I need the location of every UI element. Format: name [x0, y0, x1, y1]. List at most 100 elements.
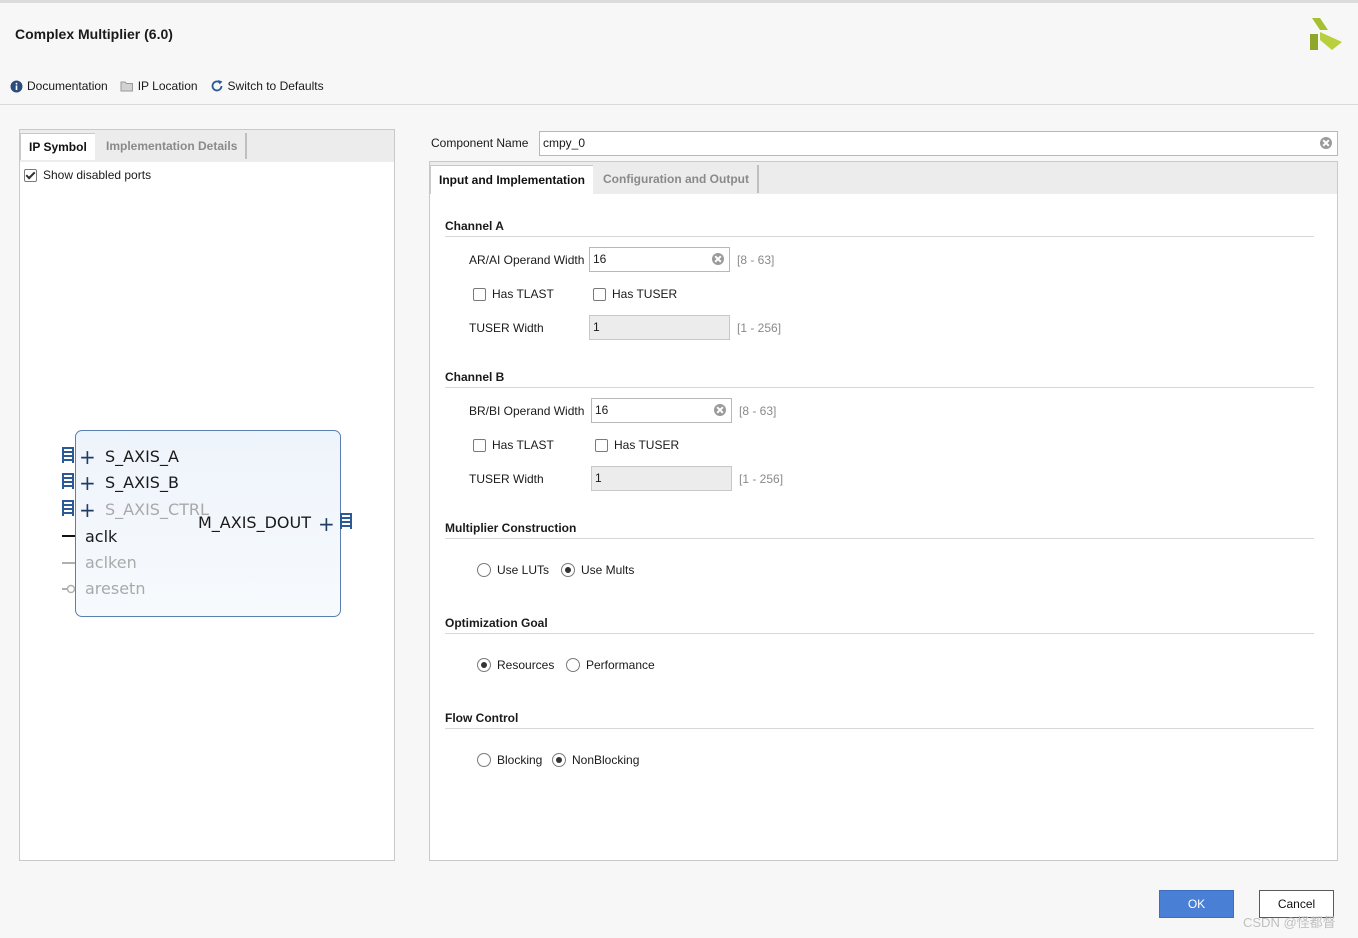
info-icon: [10, 80, 23, 92]
port-s-axis-b: S_AXIS_B: [105, 473, 179, 492]
dialog-title: Complex Multiplier (6.0): [15, 26, 173, 42]
channel-b-tuser-width-label: TUSER Width: [469, 472, 544, 486]
radio-circle[interactable]: [477, 658, 491, 672]
tuser-width-value: 1: [595, 471, 602, 485]
has-tlast-label: Has TLAST: [492, 287, 554, 301]
br-bi-width-range: [8 - 63]: [739, 404, 777, 418]
watermark: CSDN @怪都督: [1243, 915, 1336, 930]
blocking-label: Blocking: [497, 753, 543, 767]
radio-circle[interactable]: [552, 753, 566, 767]
channel-b-heading: Channel B: [445, 370, 1314, 388]
radio-circle[interactable]: [566, 658, 580, 672]
expand-plus-icon[interactable]: +: [79, 447, 96, 467]
component-name-value: cmpy_0: [543, 136, 586, 150]
documentation-button[interactable]: Documentation: [10, 79, 108, 93]
has-tuser-label: Has TUSER: [612, 287, 678, 301]
ok-button[interactable]: OK: [1159, 890, 1234, 918]
toolbar-divider: [0, 104, 1358, 105]
expand-plus-icon[interactable]: +: [79, 500, 96, 520]
ip-location-button[interactable]: IP Location: [120, 79, 198, 93]
port-s-axis-a: S_AXIS_A: [105, 447, 179, 466]
port-s-axis-ctrl: S_AXIS_CTRL: [105, 500, 209, 519]
port-aresetn: aresetn: [85, 579, 146, 598]
ar-ai-width-range: [8 - 63]: [737, 253, 775, 267]
bus-pin-icon: [62, 473, 74, 489]
radio-circle[interactable]: [561, 563, 575, 577]
use-luts-radio[interactable]: Use LUTs: [477, 563, 549, 577]
checkbox-box[interactable]: [593, 287, 606, 301]
bus-pin-icon: [340, 513, 352, 529]
bus-pin-icon: [62, 500, 74, 516]
channel-a-tuser-width-label: TUSER Width: [469, 321, 544, 335]
blocking-radio[interactable]: Blocking: [477, 753, 542, 767]
tab-configuration-and-output[interactable]: Configuration and Output: [595, 165, 759, 193]
performance-radio[interactable]: Performance: [566, 658, 655, 672]
resources-label: Resources: [497, 658, 555, 672]
tab-implementation-details[interactable]: Implementation Details: [98, 133, 248, 159]
br-bi-width-label: BR/BI Operand Width: [469, 404, 585, 418]
br-bi-width-value: 16: [595, 403, 609, 417]
br-bi-width-input[interactable]: 16: [591, 398, 732, 423]
radio-circle[interactable]: [477, 753, 491, 767]
channel-a-has-tuser-checkbox[interactable]: Has TUSER: [593, 287, 677, 301]
has-tlast-label: Has TLAST: [492, 438, 554, 452]
xilinx-logo: [1310, 18, 1342, 50]
refresh-icon: [211, 80, 223, 92]
channel-a-tuser-width-range: [1 - 256]: [737, 321, 782, 335]
expand-plus-icon[interactable]: +: [318, 514, 335, 534]
performance-label: Performance: [586, 658, 655, 672]
switch-to-defaults-button[interactable]: Switch to Defaults: [210, 79, 324, 93]
multiplier-construction-heading: Multiplier Construction: [445, 521, 1314, 539]
channel-a-tuser-width-input: 1: [589, 315, 730, 340]
tab-ip-symbol[interactable]: IP Symbol: [20, 133, 95, 160]
checkbox-box[interactable]: [473, 438, 486, 452]
right-tab-bar: Input and Implementation Configuration a…: [430, 162, 1337, 194]
nonblocking-label: NonBlocking: [572, 753, 640, 767]
port-aclken: aclken: [85, 553, 137, 572]
use-mults-label: Use Mults: [581, 563, 635, 577]
channel-b-tuser-width-range: [1 - 256]: [739, 472, 784, 486]
window-top-border: [0, 0, 1358, 3]
switch-to-defaults-label: Switch to Defaults: [227, 79, 324, 93]
ar-ai-width-input[interactable]: 16: [589, 247, 730, 272]
use-mults-radio[interactable]: Use Mults: [561, 563, 634, 577]
has-tuser-label: Has TUSER: [614, 438, 680, 452]
show-disabled-ports-checkbox[interactable]: Show disabled ports: [24, 168, 151, 182]
bus-pin-icon: [62, 447, 74, 463]
ar-ai-width-label: AR/AI Operand Width: [469, 253, 585, 267]
ip-location-label: IP Location: [137, 79, 198, 93]
clk-pin: [62, 535, 75, 537]
clear-icon[interactable]: [714, 404, 726, 416]
radio-circle[interactable]: [477, 563, 491, 577]
use-luts-label: Use LUTs: [497, 563, 550, 577]
clear-icon[interactable]: [1320, 137, 1332, 149]
configuration-panel: Input and Implementation Configuration a…: [429, 161, 1338, 861]
tab-input-and-implementation[interactable]: Input and Implementation: [430, 165, 593, 194]
show-disabled-ports-label: Show disabled ports: [43, 168, 152, 182]
checkbox-box[interactable]: [473, 287, 486, 301]
active-low-bubble-icon: [66, 584, 76, 594]
channel-a-heading: Channel A: [445, 219, 1314, 237]
port-m-axis-dout: M_AXIS_DOUT: [198, 513, 311, 532]
channel-a-has-tlast-checkbox[interactable]: Has TLAST: [473, 287, 554, 301]
port-aclk: aclk: [85, 527, 118, 546]
checkbox-box[interactable]: [24, 168, 37, 182]
channel-b-has-tuser-checkbox[interactable]: Has TUSER: [595, 438, 679, 452]
channel-b-has-tlast-checkbox[interactable]: Has TLAST: [473, 438, 554, 452]
documentation-label: Documentation: [27, 79, 108, 93]
flow-control-heading: Flow Control: [445, 711, 1314, 729]
folder-icon: [120, 81, 133, 92]
component-name-input[interactable]: cmpy_0: [539, 131, 1338, 156]
toolbar: Documentation IP Location Switch to Defa…: [10, 77, 336, 95]
nonblocking-radio[interactable]: NonBlocking: [552, 753, 639, 767]
optimization-goal-heading: Optimization Goal: [445, 616, 1314, 634]
clken-pin: [62, 562, 75, 564]
clear-icon[interactable]: [712, 253, 724, 265]
checkbox-box[interactable]: [595, 438, 608, 452]
ar-ai-width-value: 16: [593, 252, 607, 266]
left-tab-bar: IP Symbol Implementation Details: [20, 130, 394, 162]
component-name-label: Component Name: [431, 136, 529, 150]
resources-radio[interactable]: Resources: [477, 658, 554, 672]
expand-plus-icon[interactable]: +: [79, 473, 96, 493]
tuser-width-value: 1: [593, 320, 600, 334]
